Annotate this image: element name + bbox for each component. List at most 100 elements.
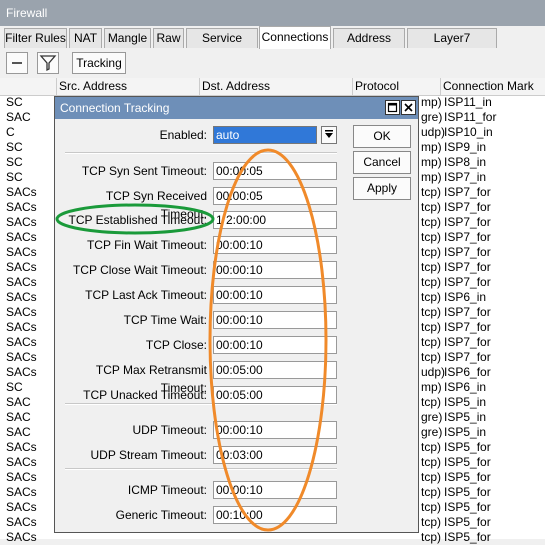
tracking-button[interactable]: Tracking bbox=[72, 52, 126, 74]
row-protocol: tcp) bbox=[421, 455, 442, 469]
cancel-button[interactable]: Cancel bbox=[353, 151, 411, 174]
row-protocol: tcp) bbox=[421, 260, 442, 274]
row-protocol: tcp) bbox=[421, 305, 442, 319]
row-connection-mark: ISP7_for bbox=[444, 335, 491, 349]
row-protocol: gre) bbox=[421, 410, 443, 424]
row-protocol: gre) bbox=[421, 425, 443, 439]
row-flags: SAC bbox=[6, 110, 31, 124]
timeout-input[interactable]: 1 2:00:00 bbox=[213, 211, 337, 229]
tab-connections[interactable]: Connections bbox=[259, 26, 331, 49]
column-flags[interactable] bbox=[0, 78, 57, 95]
timeout-label: UDP Timeout: bbox=[132, 423, 207, 437]
minus-icon bbox=[12, 62, 22, 64]
row-connection-mark: ISP5_for bbox=[444, 485, 491, 499]
row-protocol: tcp) bbox=[421, 215, 442, 229]
row-protocol: tcp) bbox=[421, 395, 442, 409]
timeout-input[interactable]: 00:00:10 bbox=[213, 336, 337, 354]
filter-button[interactable] bbox=[37, 52, 59, 74]
separator bbox=[65, 468, 337, 470]
row-protocol: tcp) bbox=[421, 320, 442, 334]
timeout-input[interactable]: 00:00:05 bbox=[213, 187, 337, 205]
timeout-input[interactable]: 00:10:00 bbox=[213, 506, 337, 524]
timeout-label: TCP Established Timeout: bbox=[68, 213, 207, 227]
row-connection-mark: ISP10_in bbox=[444, 125, 493, 139]
row-protocol: tcp) bbox=[421, 275, 442, 289]
row-connection-mark: ISP7_for bbox=[444, 185, 491, 199]
column-src-address[interactable]: Src. Address bbox=[57, 78, 200, 95]
row-connection-mark: ISP11_for bbox=[444, 110, 497, 124]
window-title: Firewall bbox=[6, 6, 48, 20]
row-protocol: mp) bbox=[421, 95, 442, 109]
row-connection-mark: ISP7_for bbox=[444, 350, 491, 364]
column-protocol[interactable]: Protocol bbox=[353, 78, 441, 95]
row-connection-mark: ISP5_for bbox=[444, 530, 491, 544]
row-flags: SACs bbox=[6, 200, 37, 214]
row-protocol: tcp) bbox=[421, 200, 442, 214]
timeout-label: TCP Fin Wait Timeout: bbox=[86, 238, 207, 252]
remove-button[interactable] bbox=[6, 52, 28, 74]
column-connection-mark[interactable]: Connection Mark bbox=[441, 78, 545, 95]
timeout-input[interactable]: 00:05:00 bbox=[213, 386, 337, 404]
row-connection-mark: ISP5_for bbox=[444, 440, 491, 454]
tab-layer7-protocols[interactable]: Layer7 Protocols bbox=[407, 28, 497, 64]
timeout-input[interactable]: 00:00:05 bbox=[213, 162, 337, 180]
enabled-dropdown-button[interactable] bbox=[321, 126, 337, 144]
row-connection-mark: ISP6_in bbox=[444, 290, 487, 304]
row-flags: SC bbox=[6, 140, 23, 154]
row-connection-mark: ISP5_in bbox=[444, 395, 487, 409]
row-connection-mark: ISP7_for bbox=[444, 200, 491, 214]
row-flags: SACs bbox=[6, 260, 37, 274]
timeout-input[interactable]: 00:00:10 bbox=[213, 481, 337, 499]
timeout-label: Generic Timeout: bbox=[115, 508, 207, 522]
apply-button[interactable]: Apply bbox=[353, 177, 411, 200]
chevron-down-icon bbox=[325, 130, 333, 138]
row-connection-mark: ISP7_for bbox=[444, 215, 491, 229]
row-flags: SACs bbox=[6, 500, 37, 514]
row-protocol: tcp) bbox=[421, 500, 442, 514]
timeout-label: TCP Time Wait: bbox=[123, 313, 207, 327]
row-flags: SACs bbox=[6, 485, 37, 499]
timeout-label: TCP Unacked Timeout: bbox=[83, 388, 207, 402]
row-flags: C bbox=[6, 125, 15, 139]
row-connection-mark: ISP5_in bbox=[444, 410, 487, 424]
table-header: Src. Address Dst. Address Protocol Conne… bbox=[0, 78, 545, 96]
timeout-label: TCP Close Wait Timeout: bbox=[72, 263, 207, 277]
tab-filter-rules[interactable]: Filter Rules bbox=[4, 28, 67, 48]
column-dst-address[interactable]: Dst. Address bbox=[200, 78, 353, 95]
row-connection-mark: ISP5_for bbox=[444, 470, 491, 484]
tab-raw[interactable]: Raw bbox=[153, 28, 184, 48]
row-flags: SACs bbox=[6, 515, 37, 529]
close-icon[interactable] bbox=[401, 100, 416, 115]
row-flags: SACs bbox=[6, 350, 37, 364]
timeout-input[interactable]: 00:00:10 bbox=[213, 261, 337, 279]
timeout-input[interactable]: 00:03:00 bbox=[213, 446, 337, 464]
timeout-input[interactable]: 00:00:10 bbox=[213, 236, 337, 254]
maximize-icon[interactable] bbox=[385, 100, 400, 115]
tab-nat[interactable]: NAT bbox=[69, 28, 102, 48]
row-flags: SC bbox=[6, 170, 23, 184]
enabled-select[interactable]: auto bbox=[213, 126, 317, 144]
row-connection-mark: ISP6_in bbox=[444, 380, 487, 394]
timeout-input[interactable]: 00:00:10 bbox=[213, 421, 337, 439]
timeout-input[interactable]: 00:05:00 bbox=[213, 361, 337, 379]
row-protocol: tcp) bbox=[421, 350, 442, 364]
row-protocol: tcp) bbox=[421, 230, 442, 244]
row-flags: SACs bbox=[6, 275, 37, 289]
tab-service-ports[interactable]: Service Ports bbox=[186, 28, 258, 64]
row-flags: SACs bbox=[6, 215, 37, 229]
row-flags: SACs bbox=[6, 290, 37, 304]
row-flags: SACs bbox=[6, 305, 37, 319]
timeout-input[interactable]: 00:00:10 bbox=[213, 286, 337, 304]
ok-button[interactable]: OK bbox=[353, 125, 411, 148]
timeout-label: TCP Syn Sent Timeout: bbox=[81, 164, 207, 178]
dialog-titlebar[interactable]: Connection Tracking bbox=[55, 97, 418, 119]
tab-mangle[interactable]: Mangle bbox=[104, 28, 151, 48]
row-connection-mark: ISP8_in bbox=[444, 155, 487, 169]
tab-address-lists[interactable]: Address Lists bbox=[333, 28, 405, 64]
timeout-input[interactable]: 00:00:10 bbox=[213, 311, 337, 329]
row-flags: SC bbox=[6, 155, 23, 169]
row-flags: SAC bbox=[6, 425, 31, 439]
row-connection-mark: ISP11_in bbox=[444, 95, 492, 109]
row-protocol: udp) bbox=[421, 125, 446, 139]
row-protocol: gre) bbox=[421, 110, 443, 124]
